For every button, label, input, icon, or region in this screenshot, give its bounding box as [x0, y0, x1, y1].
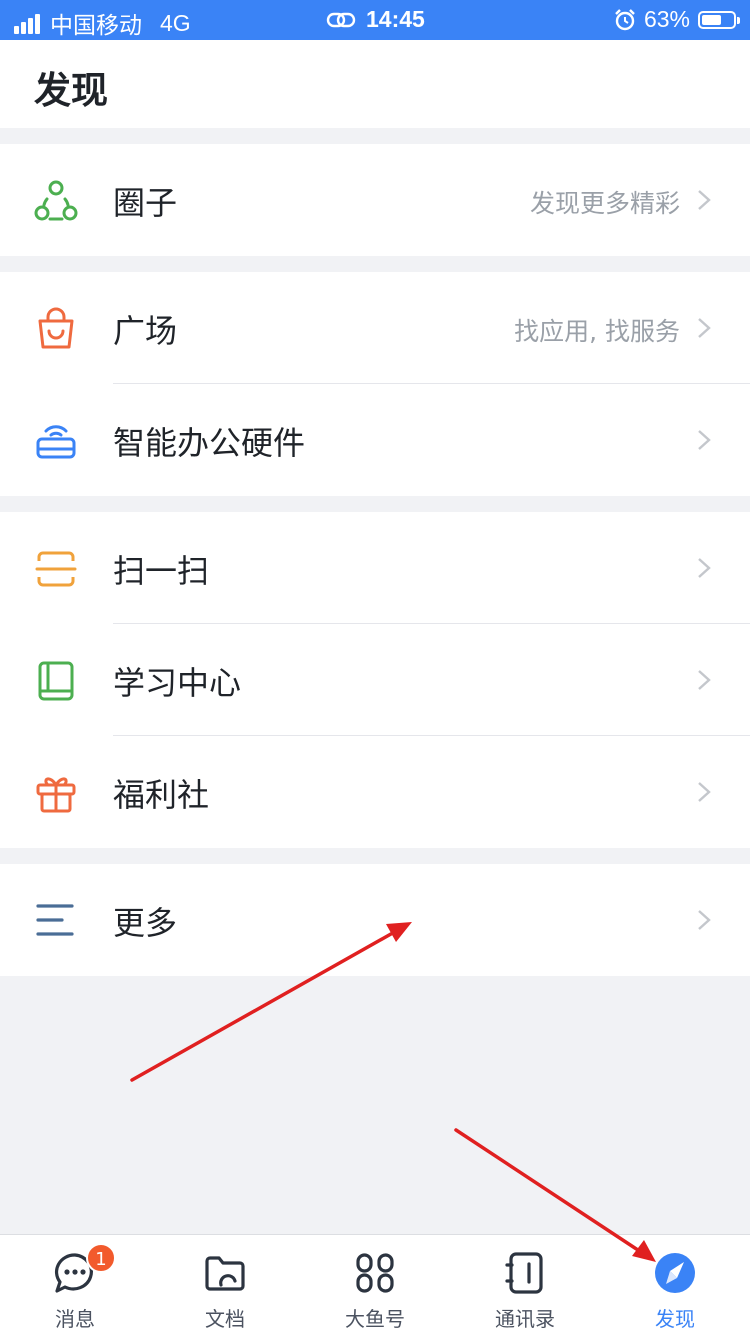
gift-icon	[34, 771, 78, 815]
scan-icon	[34, 547, 78, 591]
tab-messages[interactable]: 1 消息	[0, 1235, 150, 1335]
folder-icon	[203, 1251, 247, 1295]
list-item-label: 圈子	[113, 184, 178, 222]
chevron-right-icon	[696, 908, 712, 932]
list-item-subtitle: 发现更多精彩	[529, 189, 680, 218]
clock-time: 14:45	[366, 6, 425, 32]
list-item-label: 学习中心	[113, 664, 242, 702]
alarm-icon	[615, 8, 635, 30]
list-item-more[interactable]: 更多	[0, 864, 750, 976]
unread-badge: 1	[86, 1243, 116, 1273]
list-item-label: 更多	[113, 904, 178, 942]
contacts-icon	[503, 1251, 547, 1295]
page-title: 发现	[34, 69, 108, 112]
tab-contacts[interactable]: 通讯录	[450, 1235, 600, 1335]
list-item-square[interactable]: 广场 找应用, 找服务	[0, 272, 750, 384]
list-item-welfare[interactable]: 福利社	[0, 736, 750, 848]
bottom-tab-bar: 1 消息 文档 大鱼号 通讯录 发现	[0, 1234, 750, 1335]
page-header: 发现	[0, 40, 750, 128]
tab-documents[interactable]: 文档	[150, 1235, 300, 1335]
chevron-right-icon	[696, 188, 712, 212]
compass-icon	[653, 1251, 697, 1295]
tab-label: 大鱼号	[345, 1307, 405, 1331]
group-market: 广场 找应用, 找服务 智能办公硬件	[0, 272, 750, 496]
chevron-right-icon	[696, 668, 712, 692]
list-item-circle[interactable]: 圈子 发现更多精彩	[0, 144, 750, 256]
list-item-label: 扫一扫	[113, 552, 210, 590]
group-more: 更多	[0, 864, 750, 976]
battery-percent: 63%	[643, 6, 690, 32]
list-item-scan[interactable]: 扫一扫	[0, 512, 750, 624]
chevron-right-icon	[696, 780, 712, 804]
chevron-right-icon	[696, 556, 712, 580]
list-item-subtitle: 找应用, 找服务	[514, 317, 680, 346]
list-item-label: 智能办公硬件	[113, 424, 306, 462]
carrier-name: 中国移动	[50, 12, 142, 38]
tab-label: 文档	[205, 1307, 245, 1331]
tab-label: 通讯录	[495, 1307, 555, 1331]
hardware-device-icon	[34, 419, 78, 463]
network-type: 4G	[160, 9, 191, 36]
signal-strength-icon	[14, 12, 42, 34]
book-icon	[34, 659, 78, 703]
list-item-label: 广场	[113, 312, 178, 350]
status-bar: 中国移动 4G 14:45 63%	[0, 0, 750, 40]
chevron-right-icon	[696, 428, 712, 452]
chevron-right-icon	[696, 316, 712, 340]
list-item-label: 福利社	[113, 776, 210, 814]
circle-group-icon	[34, 179, 78, 223]
more-lines-icon	[34, 898, 78, 942]
tab-discover[interactable]: 发现	[600, 1235, 750, 1335]
tab-label: 发现	[655, 1307, 695, 1331]
link-icon	[326, 12, 356, 27]
shopping-bag-icon	[34, 307, 78, 351]
list-item-learning[interactable]: 学习中心	[0, 624, 750, 736]
tab-label: 消息	[55, 1307, 95, 1331]
tab-dayu[interactable]: 大鱼号	[300, 1235, 450, 1335]
battery-icon	[698, 10, 740, 29]
group-circle: 圈子 发现更多精彩	[0, 144, 750, 256]
list-item-hardware[interactable]: 智能办公硬件	[0, 384, 750, 496]
apps-grid-icon	[353, 1251, 397, 1295]
group-tools: 扫一扫 学习中心 福利社	[0, 512, 750, 848]
